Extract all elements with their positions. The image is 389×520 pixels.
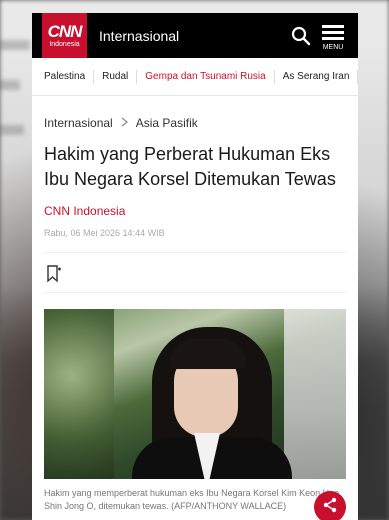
tab-rudal[interactable]: Rudal xyxy=(94,69,138,84)
background-fragment xyxy=(0,80,20,90)
section-title[interactable]: Internasional xyxy=(99,28,179,44)
bookmark-icon[interactable] xyxy=(46,265,62,288)
menu-button[interactable]: MENU xyxy=(320,25,346,55)
breadcrumb: Internasional Asia Pasifik xyxy=(44,116,358,130)
photo-subject-fringe xyxy=(170,339,246,369)
tab-as-serang-iran[interactable]: As Serang Iran xyxy=(275,69,358,84)
logo-text: CNN xyxy=(47,21,83,41)
logo-subtext: Indonesia xyxy=(49,40,80,48)
menu-label: MENU xyxy=(322,44,344,51)
hamburger-menu-icon-bar xyxy=(322,31,344,34)
article-date: Rabu, 06 Mei 2026 14:44 WIB xyxy=(44,228,346,253)
action-row xyxy=(44,253,346,293)
search-icon[interactable] xyxy=(291,26,311,46)
breadcrumb-asia-pasifik[interactable]: Asia Pasifik xyxy=(136,116,198,130)
topic-tabs: Palestina Rudal Gempa dan Tsunami Rusia … xyxy=(32,58,358,96)
photo-background-figure xyxy=(284,309,346,479)
article-photo[interactable] xyxy=(44,309,346,479)
tab-palestina[interactable]: Palestina xyxy=(32,69,95,84)
tab-gempa-tsunami-rusia[interactable]: Gempa dan Tsunami Rusia xyxy=(137,69,275,84)
article-page: CNN Indonesia Internasional MENU Palesti… xyxy=(32,13,358,520)
cnn-indonesia-logo[interactable]: CNN Indonesia xyxy=(42,13,87,58)
article-author[interactable]: CNN Indonesia xyxy=(44,204,358,218)
article-headline: Hakim yang Perberat Hukuman Eks Ibu Nega… xyxy=(44,144,336,189)
share-icon xyxy=(322,497,338,518)
background-fragment xyxy=(0,40,30,50)
hamburger-menu-icon xyxy=(322,25,344,28)
hamburger-menu-icon-bar xyxy=(322,37,344,40)
top-navbar: CNN Indonesia Internasional MENU xyxy=(32,13,358,58)
background-fragment xyxy=(0,125,24,135)
chevron-right-icon xyxy=(121,116,128,130)
breadcrumb-internasional[interactable]: Internasional xyxy=(44,116,113,130)
share-button[interactable] xyxy=(314,491,346,520)
photo-caption: Hakim yang memperberat hukuman eks Ibu N… xyxy=(44,488,342,511)
photo-foliage xyxy=(44,309,114,479)
